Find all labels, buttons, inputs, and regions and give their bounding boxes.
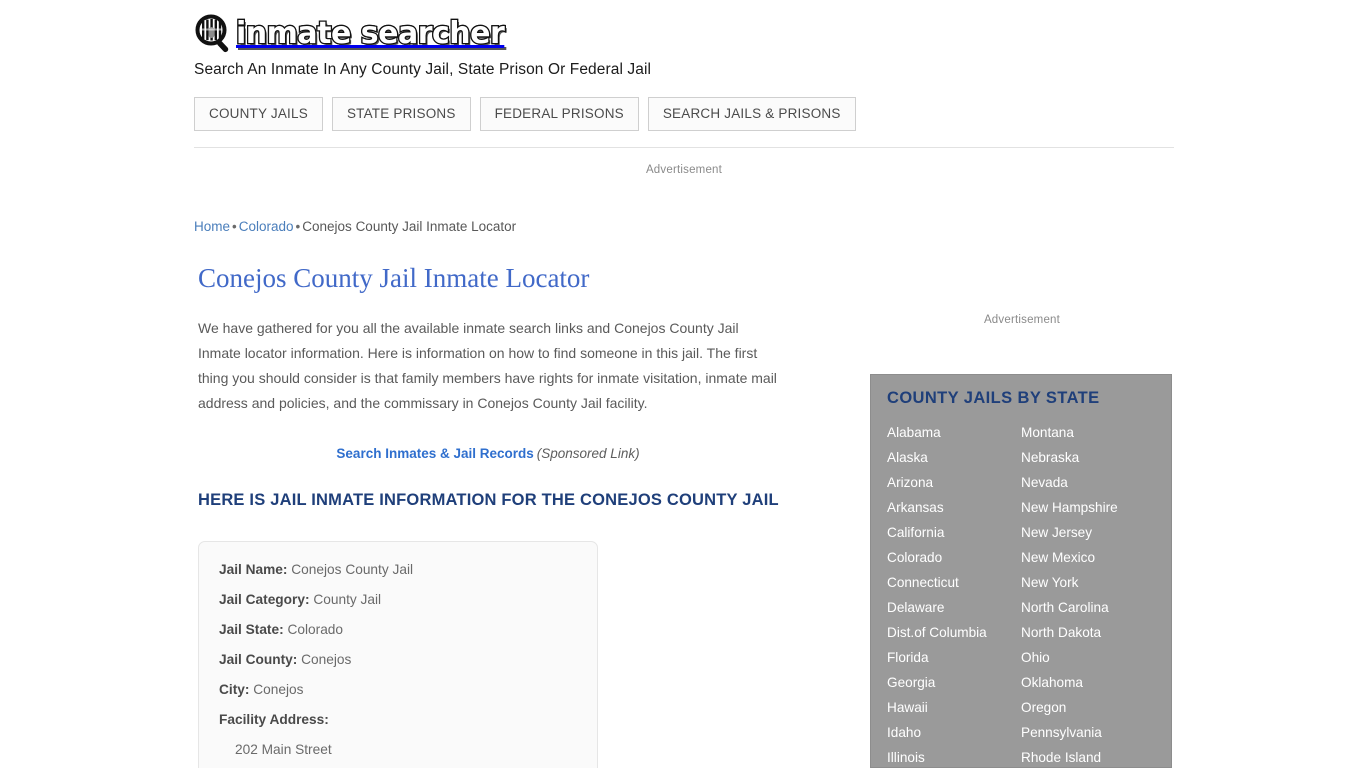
page-root: inmate searcher Search An Inmate In Any …: [0, 0, 1366, 768]
state-link-florida[interactable]: Florida: [887, 645, 1021, 670]
jail-category-label: Jail Category:: [219, 592, 310, 607]
state-link-rhode-island[interactable]: Rhode Island: [1021, 745, 1155, 768]
page-title: Conejos County Jail Inmate Locator: [198, 263, 590, 293]
state-link-illinois[interactable]: Illinois: [887, 745, 1021, 768]
state-link-new-mexico[interactable]: New Mexico: [1021, 545, 1155, 570]
intro-paragraph: We have gathered for you all the availab…: [198, 320, 777, 411]
state-link-north-dakota[interactable]: North Dakota: [1021, 620, 1155, 645]
site-wordmark: inmate searcher: [235, 15, 506, 53]
sponsored-link-row: Search Inmates & Jail Records (Sponsored …: [198, 446, 778, 461]
state-link-california[interactable]: California: [887, 520, 1021, 545]
state-link-alaska[interactable]: Alaska: [887, 445, 1021, 470]
sidebar-title: County Jails By State: [887, 389, 1100, 407]
nav-county-jails[interactable]: COUNTY JAILS: [194, 97, 323, 131]
search-inmates-jail-records-link[interactable]: Search Inmates & Jail Records: [336, 446, 533, 461]
top-advertisement-label: Advertisement: [645, 164, 723, 176]
state-link-oregon[interactable]: Oregon: [1021, 695, 1155, 720]
breadcrumb-colorado[interactable]: Colorado: [239, 219, 294, 234]
state-link-colorado[interactable]: Colorado: [887, 545, 1021, 570]
state-link-delaware[interactable]: Delaware: [887, 595, 1021, 620]
nav-state-prisons[interactable]: STATE PRISONS: [331, 97, 471, 131]
breadcrumb: Home • Colorado • Conejos County Jail Inmate…: [194, 219, 516, 234]
breadcrumb-current: Conejos County Jail Inmate Locator: [302, 219, 517, 234]
state-link-nebraska[interactable]: Nebraska: [1021, 445, 1155, 470]
state-column-left: Alabama Alaska Arizona Arkansas California Co…: [887, 420, 1021, 768]
jail-info-row: Jail Category: County Jail: [219, 590, 577, 610]
jail-county-label: Jail County:: [219, 652, 298, 667]
jail-info-row: Jail Name: Conejos County Jail: [219, 560, 577, 580]
breadcrumb-home[interactable]: Home: [194, 219, 230, 234]
breadcrumb-separator: •: [295, 219, 301, 234]
facility-address-line: 202 Main Street: [235, 742, 332, 757]
jail-info-row: Jail County: Conejos: [219, 650, 577, 670]
state-link-montana[interactable]: Montana: [1021, 420, 1155, 445]
state-link-georgia[interactable]: Georgia: [887, 670, 1021, 695]
state-column-right: Montana Nebraska Nevada New Hampshire New Je…: [1021, 420, 1155, 768]
state-link-new-jersey[interactable]: New Jersey: [1021, 520, 1155, 545]
breadcrumb-separator: •: [232, 219, 237, 234]
jail-name-label: Jail Name:: [219, 562, 288, 577]
state-link-pennsylvania[interactable]: Pennsylvania: [1021, 720, 1155, 745]
state-link-arkansas[interactable]: Arkansas: [887, 495, 1021, 520]
state-link-idaho[interactable]: Idaho: [887, 720, 1021, 745]
jail-info-box: Jail Name: Conejos County Jail Jail Cate…: [198, 541, 598, 768]
state-link-new-york[interactable]: New York: [1021, 570, 1155, 595]
section-title: Here is Jail Inmate Information for the …: [198, 491, 779, 509]
jail-state-label: Jail State:: [219, 622, 284, 637]
jail-info-row: Facility Address:: [219, 710, 577, 730]
state-link-hawaii[interactable]: Hawaii: [887, 695, 1021, 720]
main-content: Conejos County Jail Inmate Locator We ha…: [198, 262, 798, 768]
nav-search-jails-prisons[interactable]: SEARCH JAILS & PRISONS: [647, 97, 856, 131]
main-navigation: COUNTY JAILS STATE PRISONS FEDERAL PRISO…: [194, 97, 856, 131]
jail-city-label: City:: [219, 682, 250, 697]
site-logo-link[interactable]: inmate searcher: [194, 12, 1174, 56]
state-link-north-carolina[interactable]: North Carolina: [1021, 595, 1155, 620]
state-link-dist-of-columbia[interactable]: Dist.of Columbia: [887, 620, 1021, 645]
nav-federal-prisons[interactable]: FEDERAL PRISONS: [479, 97, 639, 131]
jail-name-value: Conejos County Jail: [291, 562, 414, 577]
state-link-columns: Alabama Alaska Arizona Arkansas California Co…: [887, 420, 1155, 768]
state-link-new-hampshire[interactable]: New Hampshire: [1021, 495, 1155, 520]
state-link-connecticut[interactable]: Connecticut: [887, 570, 1021, 595]
magnifier-prison-bars-icon: [194, 14, 234, 54]
side-advertisement-label: Advertisement: [983, 314, 1061, 326]
sponsored-note: (Sponsored Link): [536, 446, 640, 461]
header-divider: [194, 147, 1174, 148]
jail-city-value: Conejos: [253, 682, 304, 697]
state-link-nevada[interactable]: Nevada: [1021, 470, 1155, 495]
facility-address-label: Facility Address:: [219, 712, 329, 727]
state-link-alabama[interactable]: Alabama: [887, 420, 1021, 445]
site-header: inmate searcher Search An Inmate In Any …: [194, 12, 1174, 79]
jail-category-value: County Jail: [313, 592, 382, 607]
county-jails-by-state-widget: County Jails By State Alabama Alaska Arizo…: [870, 374, 1172, 768]
site-tagline: Search An Inmate In Any County Jail, Sta…: [194, 61, 652, 78]
jail-state-value: Colorado: [287, 622, 344, 637]
state-link-oklahoma[interactable]: Oklahoma: [1021, 670, 1155, 695]
jail-info-row: City: Conejos: [219, 680, 577, 700]
jail-county-value: Conejos: [301, 652, 352, 667]
jail-info-row: Jail State: Colorado: [219, 620, 577, 640]
state-link-arizona[interactable]: Arizona: [887, 470, 1021, 495]
state-link-ohio[interactable]: Ohio: [1021, 645, 1155, 670]
